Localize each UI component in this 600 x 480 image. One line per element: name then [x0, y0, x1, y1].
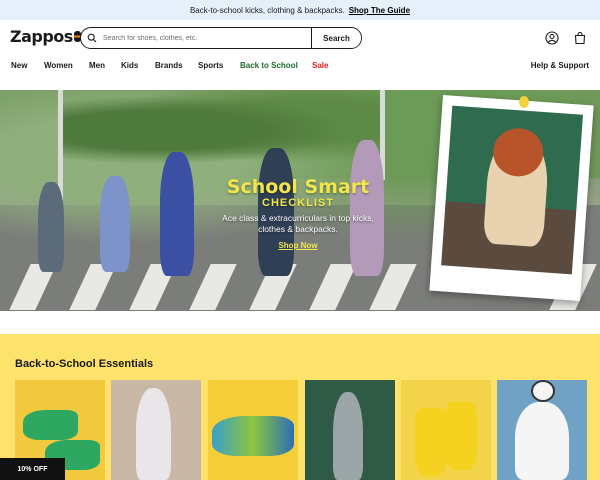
hero-description-line: Ace class & extracurriculars in top kick… [222, 213, 374, 223]
cart-icon[interactable] [572, 30, 588, 46]
promo-link[interactable]: Shop The Guide [349, 6, 410, 15]
nav-item-brands[interactable]: Brands [155, 61, 183, 70]
zappos-logo[interactable]: Zappos [10, 27, 81, 46]
nav-item-men[interactable]: Men [89, 61, 105, 70]
header-icons [544, 30, 588, 46]
search-button[interactable]: Search [311, 28, 361, 48]
student-photo [441, 105, 583, 275]
nav-item-back-to-school[interactable]: Back to School [240, 61, 298, 70]
essentials-title: Back-to-School Essentials [15, 358, 154, 370]
hero-title: School Smart [226, 176, 370, 198]
product-tile[interactable] [305, 380, 395, 480]
child-figure [515, 402, 569, 480]
hero-description: Ace class & extracurriculars in top kick… [200, 213, 396, 235]
essentials-section: Back-to-School Essentials [0, 334, 600, 480]
promo-banner: Back-to-school kicks, clothing & backpac… [0, 0, 600, 20]
child-figure [136, 388, 171, 480]
polaroid-photo [429, 94, 594, 302]
hero-description-line: clothes & backpacks. [258, 224, 338, 234]
account-icon[interactable] [544, 30, 560, 46]
hero-pole [58, 90, 63, 200]
sneaker-image [212, 416, 294, 456]
product-tile[interactable] [401, 380, 491, 480]
logo-text: Zappos [10, 27, 73, 46]
hero-shop-now-link[interactable]: Shop Now [278, 241, 317, 250]
site-header: Zappos Search [0, 20, 600, 56]
child-figure [333, 392, 363, 480]
main-nav: New Women Men Kids Brands Sports Back to… [0, 56, 600, 76]
sneaker-image [23, 410, 78, 440]
hero-subtitle: CHECKLIST [262, 197, 334, 209]
hero-trees [60, 90, 380, 170]
product-tile[interactable] [497, 380, 587, 480]
rain-boot-image [445, 402, 477, 470]
nav-item-women[interactable]: Women [44, 61, 73, 70]
nav-item-kids[interactable]: Kids [121, 61, 138, 70]
crosswalk-stripe [189, 264, 237, 310]
nav-help-link[interactable]: Help & Support [531, 61, 589, 70]
product-tile[interactable] [208, 380, 298, 480]
offer-badge[interactable]: 10% OFF [0, 458, 65, 480]
hero-text-block: School Smart CHECKLIST Ace class & extra… [200, 177, 396, 253]
crosswalk-stripe [309, 264, 357, 310]
pushpin-icon [519, 96, 529, 108]
child-figure [38, 182, 64, 272]
product-tile[interactable] [111, 380, 201, 480]
child-figure [160, 152, 194, 276]
nav-item-sports[interactable]: Sports [198, 61, 223, 70]
nav-item-new[interactable]: New [11, 61, 27, 70]
search-icon [81, 33, 103, 43]
rain-boot-image [415, 408, 447, 476]
child-figure [100, 176, 130, 272]
search-bar: Search [80, 27, 362, 49]
soccer-ball-icon [531, 380, 555, 402]
search-input[interactable] [103, 28, 311, 48]
promo-text: Back-to-school kicks, clothing & backpac… [189, 5, 345, 15]
nav-item-sale[interactable]: Sale [312, 61, 328, 70]
